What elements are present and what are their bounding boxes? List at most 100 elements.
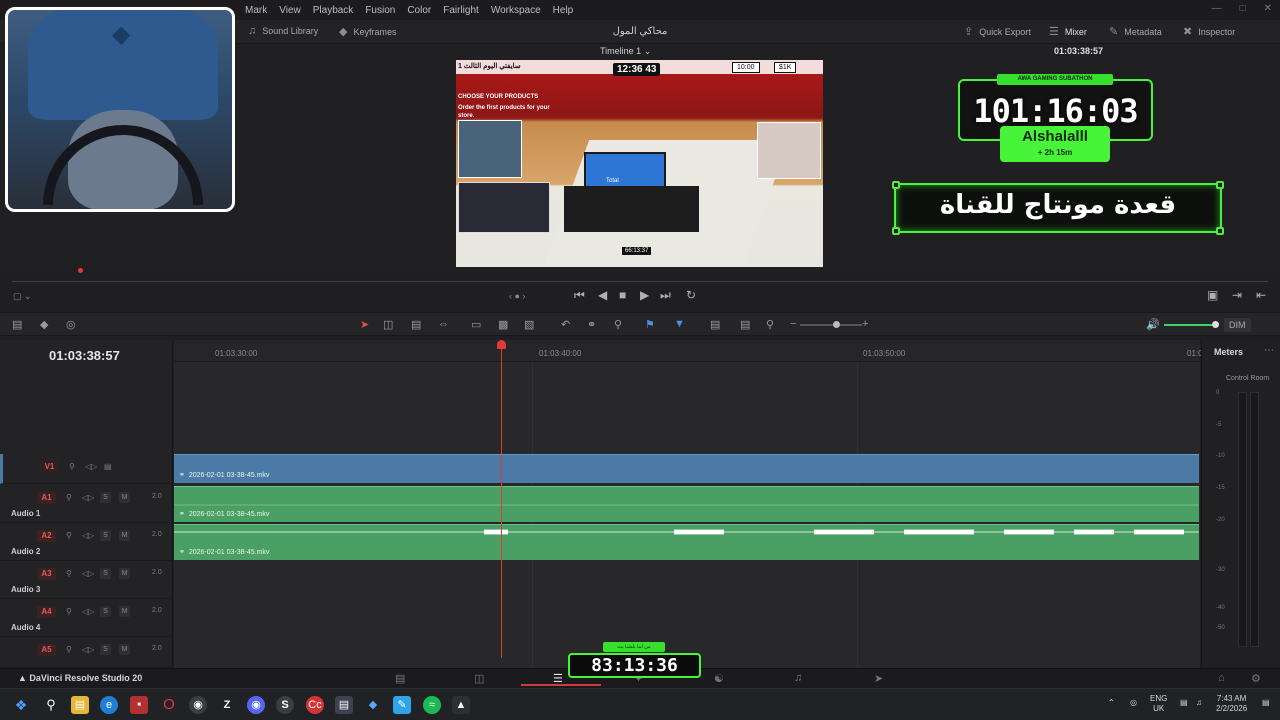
zoom-slider-knob[interactable] [833, 321, 840, 328]
lock-icon[interactable]: ⚲ [66, 569, 72, 578]
menu-color[interactable]: Color [407, 5, 431, 16]
inspector-button[interactable]: ✖ Inspector [1183, 25, 1235, 38]
quick-export-button[interactable]: ⇪ Quick Export [964, 25, 1031, 38]
davinci-taskbar-icon[interactable]: ▲ [452, 696, 470, 714]
deliver-page-icon[interactable]: ➤ [874, 672, 883, 685]
menu-fusion[interactable]: Fusion [365, 5, 395, 16]
volume-slider-knob[interactable] [1212, 321, 1219, 328]
track-id-badge[interactable]: A4 [37, 606, 56, 618]
solo-button[interactable]: S [100, 644, 111, 655]
notification-icon[interactable]: ▤ [1262, 698, 1270, 708]
effects-icon[interactable]: ◆ [40, 318, 48, 331]
audio-clip-a2[interactable]: ⚭ 2026-02-01 03-38-45.mkv [174, 524, 1199, 560]
zoom-full-icon[interactable]: ▤ [710, 318, 720, 331]
mute-button[interactable]: M [119, 530, 130, 541]
lock-icon[interactable]: ⚲ [66, 531, 72, 540]
file-explorer-icon[interactable]: ▤ [71, 696, 89, 714]
more-options-icon[interactable]: ⋯ [1264, 345, 1274, 356]
opera-icon[interactable]: O [160, 696, 178, 714]
edge-icon[interactable]: e [100, 696, 118, 714]
auto-select-icon[interactable]: ◁▷ [82, 607, 94, 616]
menu-mark[interactable]: Mark [245, 5, 267, 16]
replace-icon[interactable]: ▧ [524, 318, 534, 331]
zoom-custom-icon[interactable]: ⚲ [766, 318, 774, 331]
layout-icon[interactable]: ▤ [12, 318, 22, 331]
scrub-bar[interactable] [12, 281, 1268, 282]
zoom-in-icon[interactable]: + [862, 318, 868, 330]
spotify-icon[interactable]: ≈ [423, 696, 441, 714]
video-clip[interactable]: ⚭ 2026-02-01 03-38-45.mkv [174, 454, 1199, 483]
language-indicator[interactable]: ENG UK [1150, 694, 1167, 714]
track-id-badge[interactable]: A5 [37, 644, 56, 656]
auto-select-icon[interactable]: ◁▷ [82, 531, 94, 540]
close-icon[interactable]: ✕ [1264, 3, 1272, 14]
audio-clip-a1[interactable]: ⚭ 2026-02-01 03-38-45.mkv [174, 486, 1199, 522]
auto-select-icon[interactable]: ◁▷ [85, 462, 97, 471]
trim-tool-icon[interactable]: ◫ [383, 318, 393, 331]
track-header-a4[interactable]: A4 ⚲ ◁▷ S M 2.0 Audio 4 [0, 599, 173, 637]
jog-icon[interactable]: ‹ ● › [509, 291, 525, 301]
selection-tool-icon[interactable]: ➤ [360, 318, 369, 331]
lock-icon[interactable]: ⚲ [614, 318, 622, 331]
menu-help[interactable]: Help [553, 5, 574, 16]
track-header-a3[interactable]: A3 ⚲ ◁▷ S M 2.0 Audio 3 [0, 561, 173, 599]
solo-button[interactable]: S [100, 530, 111, 541]
zoom-detail-icon[interactable]: ▤ [740, 318, 750, 331]
tray-chevron-icon[interactable]: ⌃ [1108, 698, 1115, 708]
media-page-icon[interactable]: ▤ [395, 672, 405, 685]
lock-icon[interactable]: ⚲ [66, 493, 72, 502]
stop-icon[interactable]: ■ [619, 288, 626, 302]
track-id-badge[interactable]: A2 [37, 530, 56, 542]
settings-gear-icon[interactable]: ⚙ [1251, 672, 1261, 685]
notes-app-icon[interactable]: ✎ [393, 696, 411, 714]
mute-button[interactable]: M [119, 644, 130, 655]
auto-select-icon[interactable]: ◁▷ [82, 645, 94, 654]
fullscreen-icon[interactable]: ▣ [1207, 288, 1218, 302]
lock-icon[interactable]: ⚲ [69, 462, 75, 471]
blade-tool-icon[interactable]: ▤ [411, 318, 421, 331]
auto-select-icon[interactable]: ◁▷ [82, 569, 94, 578]
network-icon[interactable]: ▤ [1180, 698, 1188, 708]
menu-workspace[interactable]: Workspace [491, 5, 541, 16]
color-page-icon[interactable]: ☯ [714, 672, 724, 685]
timeline-selector[interactable]: Timeline 1 ⌄ [600, 46, 651, 57]
solo-button[interactable]: S [100, 568, 111, 579]
fairlight-page-icon[interactable]: ♫ [794, 672, 802, 684]
snapping-icon[interactable]: ↶ [561, 318, 570, 331]
solo-button[interactable]: S [100, 606, 111, 617]
lock-icon[interactable]: ⚲ [66, 645, 72, 654]
film-icon[interactable]: ▤ [104, 462, 112, 471]
scrub-playhead[interactable] [78, 268, 83, 273]
home-icon[interactable]: ⌂ [1218, 672, 1225, 684]
dim-button[interactable]: DIM [1224, 318, 1251, 332]
loop-icon[interactable]: ↻ [686, 288, 696, 302]
calculator-icon[interactable]: ▤ [335, 696, 353, 714]
mic-icon[interactable]: ◎ [66, 318, 76, 331]
skype-icon[interactable]: S [276, 696, 294, 714]
insert-icon[interactable]: ▭ [471, 318, 481, 331]
last-frame-icon[interactable]: ⇤ [1256, 288, 1266, 302]
viewer-frame[interactable]: Total 1 سايفتي اليوم الثالث 12:36 43 10:… [456, 60, 823, 267]
marker-icon[interactable]: ▼ [674, 318, 685, 330]
solo-button[interactable]: S [100, 492, 111, 503]
next-clip-icon[interactable]: ⇥ [1232, 288, 1242, 302]
track-header-a2[interactable]: A2 ⚲ ◁▷ S M 2.0 Audio 2 [0, 523, 173, 561]
volume-slider[interactable] [1164, 324, 1214, 326]
menu-fairlight[interactable]: Fairlight [443, 5, 479, 16]
go-to-end-icon[interactable]: ⏭ [660, 288, 671, 303]
auto-select-icon[interactable]: ◁▷ [82, 493, 94, 502]
search-icon[interactable]: ⚲ [42, 696, 60, 714]
timeline-ruler[interactable]: 01:03:30:00 01:03:40:00 01:03:50:00 01:0 [174, 340, 1203, 362]
maximize-icon[interactable]: □ [1240, 3, 1246, 14]
menu-playback[interactable]: Playback [313, 5, 354, 16]
link-icon[interactable]: ⚭ [587, 318, 596, 331]
menu-view[interactable]: View [279, 5, 301, 16]
zoom-out-icon[interactable]: − [790, 318, 796, 330]
lock-icon[interactable]: ⚲ [66, 607, 72, 616]
keyframes-button[interactable]: ◆ Keyframes [339, 25, 396, 38]
minimize-icon[interactable]: — [1212, 3, 1222, 14]
obs-icon[interactable]: ◉ [189, 696, 207, 714]
track-header-a5[interactable]: A5 ⚲ ◁▷ S M 2.0 [0, 637, 173, 668]
media-app-icon[interactable]: ■ [130, 696, 148, 714]
sound-library-button[interactable]: ♫ Sound Library [248, 25, 318, 37]
